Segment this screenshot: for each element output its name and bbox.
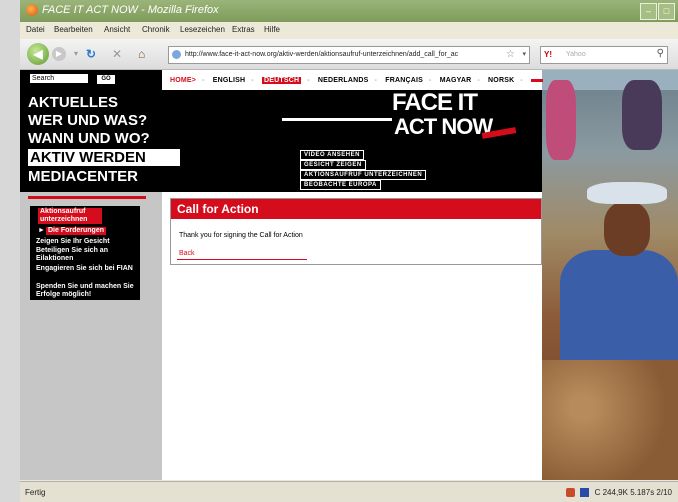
home-link[interactable]: HOME>	[170, 77, 196, 84]
lang-english[interactable]: ENGLISH	[213, 77, 246, 84]
menu-ansicht[interactable]: Ansicht	[104, 25, 130, 34]
nav-wer-und-was[interactable]: WER UND WAS?	[28, 112, 147, 129]
leftmenu-gesicht[interactable]: Zeigen Sie Ihr Gesicht	[36, 238, 110, 246]
status-bar: Fertig C 244,9K 5.187s 2/10	[20, 481, 678, 502]
leftmenu-die-forderungen[interactable]: Die Forderungen	[46, 227, 107, 235]
cfa-heading: Call for Action	[171, 199, 541, 219]
history-dropdown-icon[interactable]: ▾	[74, 47, 78, 61]
forward-button[interactable]: ▶	[52, 47, 66, 61]
address-bar[interactable]: http://www.face-it-act-now.org/aktiv-wer…	[168, 46, 530, 64]
reload-icon[interactable]: ↻	[86, 47, 96, 61]
leftmenu-eilaktionen[interactable]: Beteiligen Sie sich an Eilaktionen	[36, 247, 136, 263]
menu-bearbeiten[interactable]: Bearbeiten	[54, 25, 93, 34]
menu-bar: Datei Bearbeiten Ansicht Chronik Lesezei…	[20, 22, 678, 39]
bookmark-star-icon[interactable]: ☆	[506, 49, 515, 60]
leftmenu-fian[interactable]: Engagieren Sie sich bei FIAN	[36, 265, 136, 273]
home-icon[interactable]: ⌂	[138, 47, 145, 61]
logo-line-2: ACT NOW	[392, 114, 495, 139]
subnav-video-ansehen[interactable]: VIDEO ANSEHEN	[300, 150, 364, 160]
menu-datei[interactable]: Datei	[26, 25, 45, 34]
call-for-action-panel: Call for Action Thank you for signing th…	[170, 198, 542, 265]
menu-extras[interactable]: Extras	[232, 25, 255, 34]
navigation-toolbar: ◀ ▶ ▾ ↻ ✕ ⌂ http://www.face-it-act-now.o…	[20, 39, 678, 70]
page-content: Search GO HOME> - ENGLISH - DEUTSCH - NEDER…	[20, 70, 678, 480]
url-dropdown-icon[interactable]: ▾	[522, 50, 526, 58]
lang-nederlands[interactable]: NEDERLANDS	[318, 77, 369, 84]
back-button[interactable]: ◀	[27, 43, 49, 65]
language-bar-dash	[531, 78, 544, 82]
network-icon[interactable]	[580, 488, 590, 498]
leftmenu-current[interactable]: Aktionsaufruf unterzeichnen	[38, 208, 102, 224]
back-link[interactable]: Back	[179, 250, 195, 257]
menu-lesezeichen[interactable]: Lesezeichen	[180, 25, 225, 34]
leftmenu-spenden[interactable]: Spenden Sie und machen Sie Erfolge mögli…	[36, 283, 140, 299]
site-search-input[interactable]: Search	[30, 74, 88, 83]
logo-line-1: FACE IT	[392, 89, 478, 116]
window-title: FACE IT ACT NOW - Mozilla Firefox	[42, 4, 219, 16]
browser-window: FACE IT ACT NOW - Mozilla Firefox – □ Da…	[20, 0, 678, 502]
language-bar: HOME> - ENGLISH - DEUTSCH - NEDERLANDS - FRA…	[170, 77, 549, 87]
maximize-button[interactable]: □	[658, 3, 675, 20]
leftmenu-arrow-icon: ►	[38, 227, 45, 234]
lang-deutsch[interactable]: DEUTSCH	[261, 77, 302, 84]
search-placeholder: Yahoo	[566, 51, 586, 58]
status-info: C 244,9K 5.187s 2/10	[566, 488, 672, 498]
lang-magyar[interactable]: MAGYAR	[440, 77, 472, 84]
search-icon[interactable]: ⚲	[657, 48, 664, 59]
menu-hilfe[interactable]: Hilfe	[264, 25, 280, 34]
cfa-message: Thank you for signing the Call for Actio…	[179, 232, 303, 239]
hero-photo	[542, 70, 678, 480]
search-box[interactable]: Y! Yahoo ⚲	[540, 46, 668, 64]
url-text: http://www.face-it-act-now.org/aktiv-wer…	[185, 51, 459, 58]
stop-icon[interactable]: ✕	[112, 47, 122, 61]
yahoo-engine-icon[interactable]: Y!	[544, 50, 552, 59]
back-underline	[177, 259, 307, 260]
status-metrics: C 244,9K 5.187s 2/10	[594, 488, 672, 497]
subnav-gesicht-zeigen[interactable]: GESICHT ZEIGEN	[300, 160, 366, 170]
firefox-icon	[26, 4, 38, 16]
nav-wann-und-wo[interactable]: WANN UND WO?	[28, 130, 150, 147]
status-text: Fertig	[25, 488, 46, 497]
nav-aktiv-werden[interactable]: AKTIV WERDEN	[28, 149, 180, 166]
addon-icon[interactable]	[566, 488, 576, 498]
lang-francais[interactable]: FRANÇAIS	[385, 77, 423, 84]
menu-chronik[interactable]: Chronik	[142, 25, 170, 34]
subnav-aktionsaufruf[interactable]: AKTIONSAUFRUF UNTERZEICHNEN	[300, 170, 427, 180]
site-search-go-button[interactable]: GO	[96, 74, 116, 85]
title-bar: FACE IT ACT NOW - Mozilla Firefox – □	[20, 0, 678, 22]
subnav-beobachte-europa[interactable]: BEOBACHTE EUROPA	[300, 180, 381, 190]
lang-norsk[interactable]: NORSK	[488, 77, 514, 84]
site-identity-icon[interactable]	[172, 50, 181, 59]
nav-mediacenter[interactable]: MEDIACENTER	[28, 168, 138, 185]
nav-aktuelles[interactable]: AKTUELLES	[28, 94, 118, 111]
minimize-button[interactable]: –	[640, 3, 657, 20]
